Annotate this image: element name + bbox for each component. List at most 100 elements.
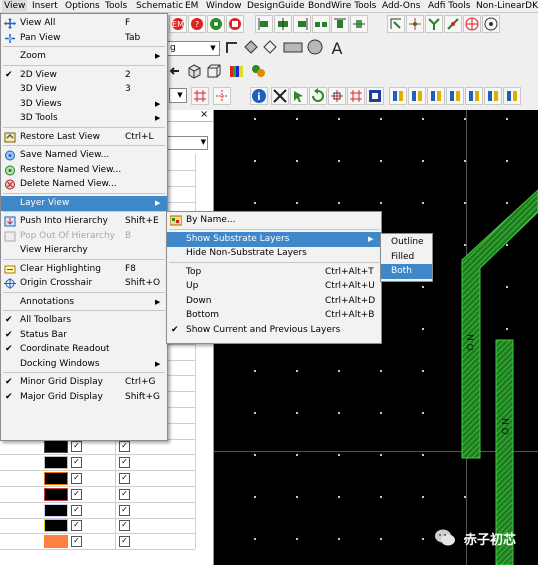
table-row[interactable]: ✓✓ [0,485,195,503]
view_menu-item-2d-view[interactable]: ✔ 2D View 2 [1,68,167,83]
pin-icon-1[interactable] [389,87,407,105]
align-left-icon[interactable] [255,15,273,33]
grid-toggle-icon[interactable] [347,87,365,105]
layer-visible-checkbox[interactable]: ✓ [71,457,82,469]
align-center-icon[interactable] [274,15,292,33]
pin-icon-6[interactable] [484,87,502,105]
arrow-left-icon[interactable] [167,63,185,81]
view_menu-item-zoom[interactable]: Zoom ▶ [1,49,167,64]
layer_view_menu-item-by-name[interactable]: By Name... [167,213,381,228]
pin-icon-4[interactable] [446,87,464,105]
view_menu-item-save-named-view[interactable]: Save Named View... [1,148,167,163]
view_menu-item-pan-view[interactable]: Pan View Tab [1,31,167,46]
layer-selectable-checkbox[interactable]: ✓ [119,504,130,516]
menu-bondwire-tools[interactable]: BondWire Tools [306,0,378,13]
snap-center-icon[interactable] [463,15,481,33]
layer_view_menu-item-show-substrate-layers[interactable]: Show Substrate Layers ▶ [167,231,381,247]
view_menu-item-3d-views[interactable]: 3D Views ▶ [1,97,167,112]
menu-options[interactable]: Options [63,0,102,13]
layer-visible-checkbox[interactable]: ✓ [71,520,82,532]
polyline-icon[interactable] [262,39,280,57]
menu-window[interactable]: Window [204,0,244,13]
substrate_menu-item-filled[interactable]: Filled [381,250,432,265]
polygon-icon[interactable] [243,39,261,57]
layer-colors-icon[interactable] [229,63,247,81]
menu-non-lineardk[interactable]: Non-LinearDK [474,0,538,13]
mirror-icon[interactable] [328,87,346,105]
layer_view_menu-item-hide-non-substrate-layers[interactable]: Hide Non-Substrate Layers [167,246,381,261]
close-icon[interactable]: × [200,109,208,120]
info-icon[interactable]: i [250,87,268,105]
view_menu-item-clear-highlighting[interactable]: Clear Highlighting F8 [1,262,167,277]
menu-view[interactable]: View [2,0,28,13]
menu-designguide[interactable]: DesignGuide [245,0,307,13]
align-middle-icon[interactable] [350,15,368,33]
layer-selectable-checkbox[interactable]: ✓ [119,473,130,484]
grid-snap-icon[interactable] [191,87,209,105]
pointer-icon[interactable] [290,87,308,105]
pin-icon-5[interactable] [465,87,483,105]
view_menu-item-docking-windows[interactable]: Docking Windows ▶ [1,357,167,372]
view_menu-item-3d-view[interactable]: 3D View 3 [1,82,167,97]
view_menu-item-annotations[interactable]: Annotations ▶ [1,295,167,310]
layer-selectable-checkbox[interactable]: ✓ [119,457,130,469]
measure-icon[interactable] [213,87,231,105]
layer_view_menu-item-up[interactable]: Up Ctrl+Alt+U [167,279,381,294]
box-icon[interactable] [186,63,204,81]
layer-swatch[interactable] [44,472,68,485]
layer-visible-checkbox[interactable]: ✓ [71,504,82,516]
3d-view-icon[interactable] [206,63,224,81]
pin-icon-3[interactable] [427,87,445,105]
view_menu-item-3d-tools[interactable]: 3D Tools ▶ [1,111,167,126]
path-icon[interactable] [224,39,242,57]
edit-layout-icon[interactable] [271,87,289,105]
sim-icon[interactable]: ? [188,15,206,33]
layer-swatch[interactable] [44,519,68,533]
layer_view_menu-item-show-current-and-previous-layers[interactable]: ✔ Show Current and Previous Layers [167,323,381,338]
snap-edge-icon[interactable] [444,15,462,33]
pin-icon-7[interactable] [503,87,521,105]
menu-insert[interactable]: Insert [30,0,60,13]
zoom-combo[interactable]: ▼ [169,88,187,103]
view_menu-item-layer-view[interactable]: Layer View ▶ [1,195,167,211]
table-row[interactable]: ✓✓ [0,533,195,551]
layer-combo[interactable]: g ▼ [167,41,220,56]
layer_view_menu-item-down[interactable]: Down Ctrl+Alt+D [167,294,381,309]
layer-visible-checkbox[interactable]: ✓ [71,473,82,484]
gear-run-icon[interactable] [207,15,225,33]
view_menu-item-restore-named-view[interactable]: Restore Named View... [1,163,167,178]
layer-selectable-checkbox[interactable]: ✓ [119,441,130,453]
substrate_menu-item-outline[interactable]: Outline [381,235,432,250]
stop-icon[interactable] [226,15,244,33]
view_menu-item-restore-last-view[interactable]: Restore Last View Ctrl+L [1,130,167,145]
layer_view_menu-item-top[interactable]: Top Ctrl+Alt+T [167,265,381,280]
view_menu-item-pop-out-of-hierarchy[interactable]: Pop Out Of Hierarchy B [1,229,167,244]
toggle-em-icon[interactable]: EM [169,15,187,33]
menu-add-ons[interactable]: Add-Ons [380,0,422,13]
table-row[interactable]: ✓✓ [0,470,195,487]
align-top-icon[interactable] [331,15,349,33]
view_menu-item-status-bar[interactable]: ✔ Status Bar [1,328,167,343]
snap-icon[interactable] [387,15,405,33]
table-row[interactable]: ✓✓ [0,517,195,535]
table-row[interactable]: ✓✓ [0,501,195,519]
menu-tools[interactable]: Tools [103,0,129,13]
substrate_menu-item-both[interactable]: Both [381,264,432,279]
pin-icon-2[interactable] [408,87,426,105]
align-right-icon[interactable] [293,15,311,33]
distribute-icon[interactable] [312,15,330,33]
layer-swatch[interactable] [44,456,68,470]
snap-vertex-icon[interactable] [425,15,443,33]
layer-visible-checkbox[interactable]: ✓ [71,536,82,548]
rotate-icon[interactable] [309,87,327,105]
view_menu-item-view-hierarchy[interactable]: View Hierarchy [1,243,167,258]
panel-combo[interactable]: ▼ [166,136,208,150]
table-row[interactable]: ✓✓ [0,454,195,472]
layer-visible-checkbox[interactable]: ✓ [71,441,82,453]
rectangle-icon[interactable] [283,39,305,57]
layer-swatch[interactable] [44,487,68,501]
menu-adfi-tools[interactable]: Adfi Tools [426,0,472,13]
layer-swatch[interactable] [44,440,68,454]
view_menu-item-delete-named-view[interactable]: Delete Named View... [1,177,167,192]
view_menu-item-origin-crosshair[interactable]: Origin Crosshair Shift+O [1,276,167,291]
